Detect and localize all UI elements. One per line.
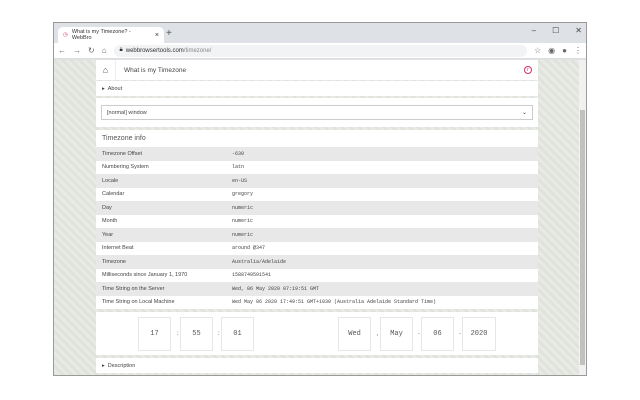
row-label: Internet Beat: [96, 245, 232, 251]
browser-tab[interactable]: ◷ What is my Timezone? - WebBro ×: [58, 27, 164, 43]
close-tab-icon[interactable]: ×: [155, 32, 159, 39]
page-header: ⌂ What is my Timezone r: [96, 60, 538, 80]
table-row: Calendargregory: [96, 188, 538, 202]
tab-title: What is my Timezone? - WebBro: [72, 29, 151, 41]
profile-icon[interactable]: ●: [562, 46, 567, 55]
address-bar-row: ← → ↻ ⌂ 🔒︎ webbrowsertools.com/timezone/…: [54, 43, 586, 59]
timezone-info-card: Timezone info Timezone Offset-630Numberi…: [96, 130, 538, 309]
star-icon[interactable]: ☆: [534, 46, 541, 55]
triangle-right-icon: ▸: [102, 86, 105, 92]
browser-window: ◷ What is my Timezone? - WebBro × + – ☐ …: [53, 22, 587, 376]
tab-bar: ◷ What is my Timezone? - WebBro × + – ☐ …: [54, 23, 586, 43]
table-row: Milliseconds since January 1, 1970158874…: [96, 269, 538, 283]
triangle-right-icon: ▸: [102, 363, 105, 369]
about-toggle[interactable]: ▸ About: [96, 81, 538, 96]
second-box: 01: [221, 317, 254, 351]
row-label: Month: [96, 218, 232, 224]
day-box: 06: [421, 317, 454, 351]
table-row: Numbering Systemlatn: [96, 161, 538, 175]
month-box: May: [380, 317, 413, 351]
hour-box: 17: [138, 317, 171, 351]
row-label: Time String on Local Machine: [96, 299, 232, 305]
row-value: latn: [232, 164, 244, 170]
row-value: numeric: [232, 232, 253, 238]
table-row: TimezoneAustralia/Adelaide: [96, 255, 538, 269]
window-type-select[interactable]: [normal] window ⌄: [101, 105, 533, 120]
row-value: Wed May 06 2020 17:49:51 GMT+1030 (Austr…: [232, 299, 436, 305]
table-row: Monthnumeric: [96, 215, 538, 229]
page-content: ⌂ What is my Timezone r ▸ About [normal]…: [54, 60, 581, 376]
close-window-button[interactable]: ✕: [575, 26, 582, 35]
table-row: Timezone Offset-630: [96, 147, 538, 161]
home-icon[interactable]: ⌂: [102, 46, 107, 55]
home-button[interactable]: ⌂: [96, 60, 116, 80]
row-label: Time String on the Server: [96, 286, 232, 292]
forward-icon[interactable]: →: [73, 46, 81, 55]
section-title: Timezone info: [96, 130, 538, 147]
scrollbar-thumb[interactable]: [580, 110, 585, 365]
lock-icon: 🔒︎: [120, 47, 123, 54]
row-value: Wed, 06 May 2020 07:19:51 GMT: [232, 286, 319, 292]
clock-card: 17 : 55 : 01 Wed , May - 06 - 2020: [96, 312, 538, 355]
clock-favicon-icon: ◷: [63, 32, 68, 38]
extension-logo-icon[interactable]: r: [524, 66, 532, 74]
table-row: Internet Beataround @347: [96, 242, 538, 256]
minute-box: 55: [180, 317, 213, 351]
row-label: Timezone: [96, 259, 232, 265]
row-label: Locale: [96, 178, 232, 184]
table-row: Yearnumeric: [96, 228, 538, 242]
row-value: Australia/Adelaide: [232, 259, 286, 265]
row-value: -630: [232, 151, 244, 157]
reload-icon[interactable]: ↻: [88, 46, 95, 55]
row-label: Timezone Offset: [96, 151, 232, 157]
row-value: 1588749591541: [232, 272, 271, 278]
year-box: 2020: [462, 317, 496, 351]
select-card: [normal] window ⌄: [96, 98, 538, 127]
row-label: Milliseconds since January 1, 1970: [96, 272, 232, 278]
row-label: Year: [96, 232, 232, 238]
minimize-button[interactable]: –: [532, 26, 536, 35]
table-row: Localeen-US: [96, 174, 538, 188]
row-value: numeric: [232, 205, 253, 211]
menu-icon[interactable]: ⋮: [574, 46, 582, 55]
table-row: Time String on the ServerWed, 06 May 202…: [96, 282, 538, 296]
url-input[interactable]: 🔒︎ webbrowsertools.com/timezone/: [114, 45, 527, 57]
back-icon[interactable]: ←: [58, 46, 66, 55]
new-tab-button[interactable]: +: [166, 28, 172, 39]
row-value: en-US: [232, 178, 247, 184]
chevron-down-icon: ⌄: [522, 109, 527, 116]
row-label: Numbering System: [96, 164, 232, 170]
row-value: gregory: [232, 191, 253, 197]
page-title: What is my Timezone: [116, 67, 186, 74]
table-row: Daynumeric: [96, 201, 538, 215]
row-label: Calendar: [96, 191, 232, 197]
scrollbar[interactable]: [579, 60, 586, 376]
maximize-button[interactable]: ☐: [552, 26, 559, 35]
home-icon: ⌂: [103, 65, 108, 75]
extension-icon[interactable]: ◉: [548, 46, 555, 55]
table-row: Time String on Local MachineWed May 06 2…: [96, 296, 538, 310]
row-value: numeric: [232, 218, 253, 224]
row-label: Day: [96, 205, 232, 211]
description-toggle[interactable]: ▸ Description: [96, 358, 538, 373]
weekday-box: Wed: [338, 317, 371, 351]
row-value: around @347: [232, 245, 265, 251]
